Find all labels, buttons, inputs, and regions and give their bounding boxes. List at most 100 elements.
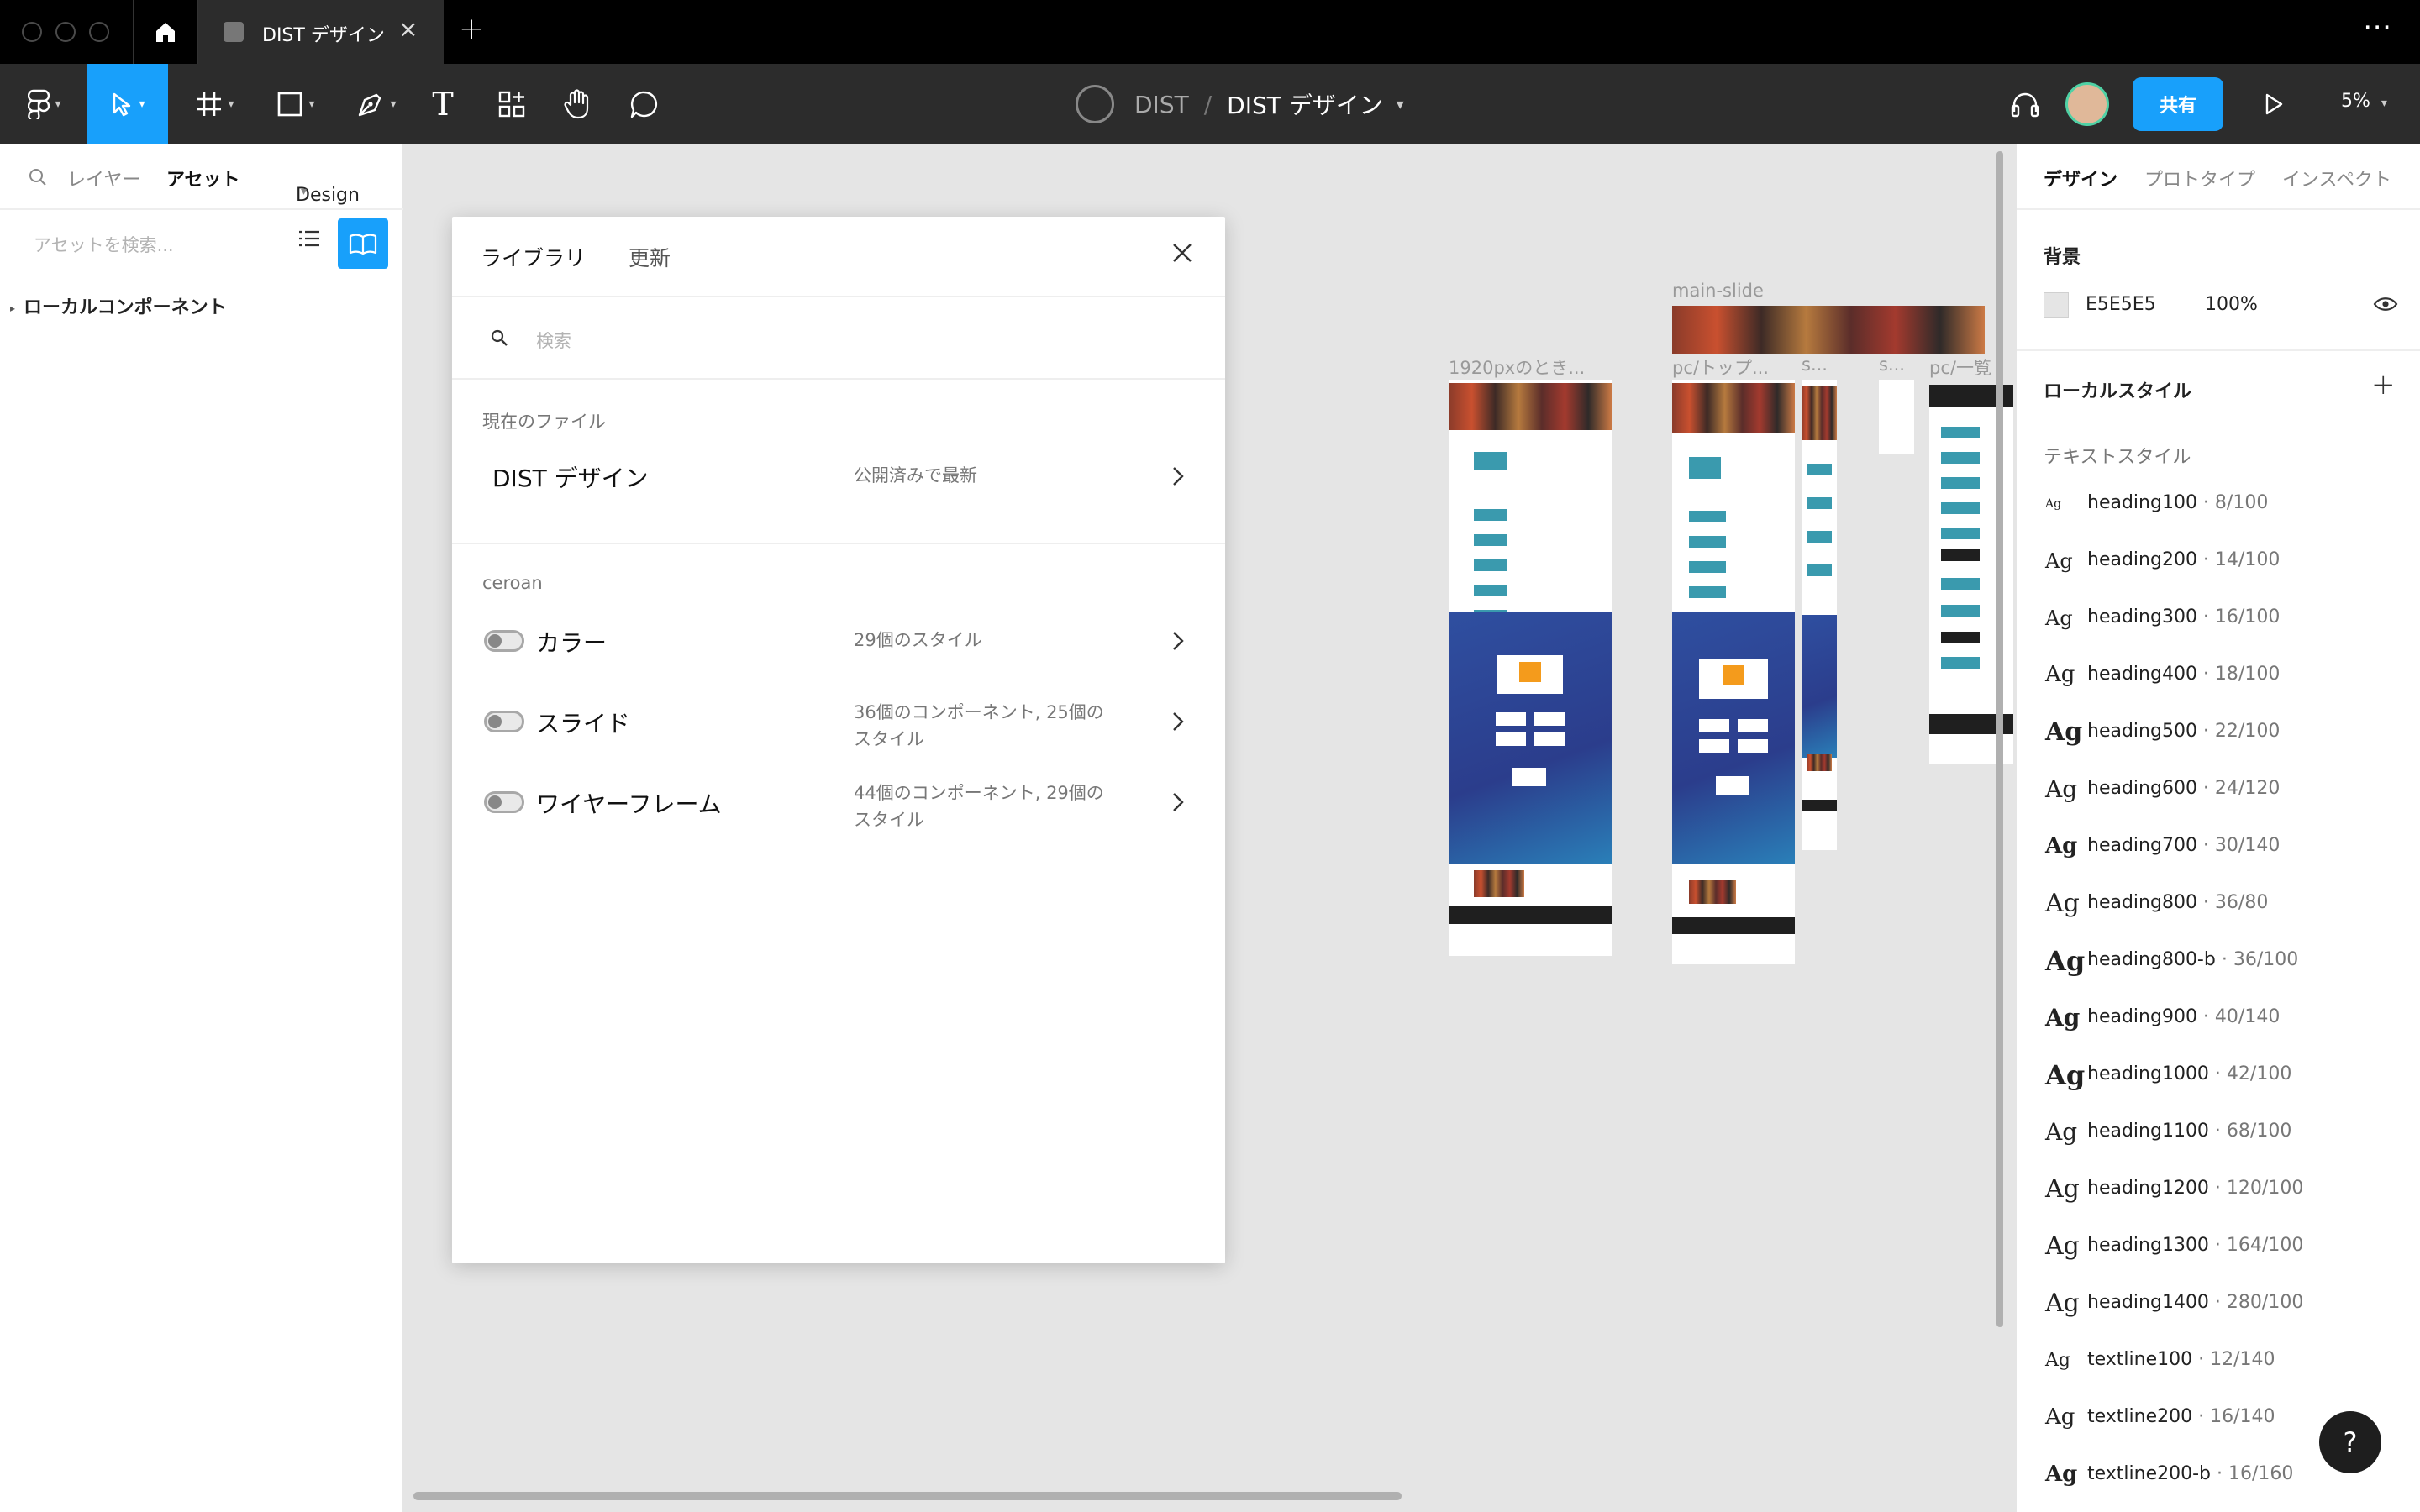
horizontal-scrollbar[interactable] (413, 1492, 1402, 1500)
audio-button[interactable] (2000, 64, 2050, 144)
frame-sp[interactable] (1802, 380, 1837, 850)
frame-label[interactable]: main-slide (1672, 281, 1764, 301)
file-title-area[interactable]: DIST / DIST デザイン ▾ (1076, 64, 1404, 144)
text-style-row[interactable]: Ag heading900 · 40/140 (2017, 990, 2420, 1047)
user-avatar[interactable] (2065, 82, 2109, 126)
background-color-swatch[interactable] (2044, 292, 2069, 318)
home-button[interactable] (133, 0, 198, 64)
library-name: ワイヤーフレーム (536, 790, 722, 818)
text-style-row[interactable]: Ag heading800-b · 36/100 (2017, 932, 2420, 990)
feature-section (1672, 612, 1795, 864)
style-preview-icon: Ag (2045, 775, 2078, 804)
window-zoom-dot[interactable] (89, 22, 109, 42)
move-tool[interactable]: ▾ (87, 64, 168, 144)
text-style-row[interactable]: Ag heading1100 · 68/100 (2017, 1104, 2420, 1161)
background-hex-input[interactable]: E5E5E5 (2086, 294, 2156, 315)
text-style-row[interactable]: Ag textline100 · 12/140 (2017, 1332, 2420, 1389)
share-button[interactable]: 共有 (2133, 77, 2223, 131)
frame-label[interactable]: pc/トップ... (1672, 354, 1769, 380)
frame-1920[interactable] (1449, 380, 1612, 956)
vertical-scrollbar[interactable] (1996, 151, 2003, 1327)
zoom-control[interactable]: 5% ▾ (2341, 91, 2387, 112)
thumb-block (1474, 452, 1507, 470)
file-tab[interactable]: DIST デザイン × (198, 0, 444, 64)
tab-prototype[interactable]: プロトタイプ (2144, 165, 2255, 192)
library-toggle[interactable] (484, 711, 524, 732)
library-row-colors[interactable]: カラー 29個のスタイル (452, 601, 1225, 680)
frame-pc-top[interactable] (1672, 380, 1795, 964)
comment-tool[interactable] (622, 64, 667, 144)
text-style-row[interactable]: Ag heading200 · 14/100 (2017, 533, 2420, 590)
tab-inspect[interactable]: インスペクト (2282, 165, 2391, 192)
new-tab-button[interactable]: + (459, 12, 484, 46)
tab-design[interactable]: デザイン (2044, 165, 2118, 192)
style-preview-icon: Ag (2045, 1404, 2075, 1431)
play-icon (2265, 93, 2283, 115)
window-close-dot[interactable] (22, 22, 42, 42)
background-opacity-input[interactable]: 100% (2205, 294, 2258, 315)
text-style-row[interactable]: Ag heading500 · 22/100 (2017, 704, 2420, 761)
text-style-row[interactable]: Ag heading300 · 16/100 (2017, 590, 2420, 647)
project-name[interactable]: DIST (1134, 91, 1189, 118)
asset-search-input[interactable]: アセットを検索... (34, 232, 174, 257)
library-toggle[interactable] (484, 791, 524, 813)
text-tool[interactable]: T (420, 64, 466, 144)
team-library-button[interactable] (338, 218, 388, 269)
divider (2017, 349, 2420, 351)
text-style-row[interactable]: Ag heading1300 · 164/100 (2017, 1218, 2420, 1275)
frame-icon (197, 92, 222, 116)
text-style-row[interactable]: Ag heading100 · 8/100 (2017, 475, 2420, 533)
resources-tool[interactable] (489, 64, 534, 144)
frame-label[interactable]: s... (1879, 354, 1905, 375)
frame-label[interactable]: pc/一覧 (1929, 354, 1991, 380)
feature-section (1449, 612, 1612, 864)
search-icon (491, 329, 508, 346)
library-toggle[interactable] (484, 630, 524, 652)
current-file-row[interactable]: DIST デザイン 公開済みで最新 (452, 437, 1225, 516)
shape-tool[interactable]: ▾ (262, 64, 329, 144)
library-name: カラー (536, 629, 608, 657)
text-style-row[interactable]: Ag heading400 · 18/100 (2017, 647, 2420, 704)
help-button[interactable]: ? (2319, 1411, 2381, 1473)
chevron-down-icon[interactable]: ▾ (1397, 96, 1404, 113)
main-slide-frame[interactable] (1672, 306, 1985, 354)
pen-tool[interactable]: ▾ (343, 64, 410, 144)
add-style-button[interactable]: + (2371, 368, 2396, 402)
list-view-button[interactable] (291, 220, 328, 257)
library-row-slides[interactable]: スライド 36個のコンポーネント, 25個のスタイル (452, 682, 1225, 761)
file-name[interactable]: DIST デザイン (1227, 87, 1383, 121)
eye-icon[interactable] (2373, 296, 2398, 312)
text-style-row[interactable]: Ag heading1000 · 42/100 (2017, 1047, 2420, 1104)
hand-tool[interactable] (555, 64, 600, 144)
text-style-row[interactable]: Ag heading800 · 36/80 (2017, 875, 2420, 932)
window-minimize-dot[interactable] (55, 22, 76, 42)
frame-label[interactable]: s... (1802, 354, 1828, 375)
text-style-row[interactable]: Ag heading1200 · 120/100 (2017, 1161, 2420, 1218)
tab-assets[interactable]: アセット (166, 165, 240, 192)
tab-updates[interactable]: 更新 (629, 242, 671, 272)
chevron-down-icon: ▾ (390, 97, 397, 111)
search-icon[interactable] (29, 168, 47, 186)
tab-close-icon[interactable]: × (398, 15, 418, 43)
frame-menu[interactable] (1879, 380, 1914, 454)
library-search-input[interactable]: 検索 (536, 328, 571, 353)
present-button[interactable] (2249, 64, 2299, 144)
main-menu-button[interactable]: ▾ (15, 64, 74, 144)
library-search[interactable]: 検索 (452, 297, 1225, 380)
library-row-wireframe[interactable]: ワイヤーフレーム 44個のコンポーネント, 29個のスタイル (452, 763, 1225, 842)
close-icon[interactable] (1170, 240, 1195, 265)
tab-libraries[interactable]: ライブラリ (481, 242, 586, 272)
frame-tool[interactable]: ▾ (182, 64, 249, 144)
style-preview-icon: Ag (2045, 1231, 2080, 1261)
text-style-label: heading1300 · 164/100 (2087, 1235, 2303, 1256)
text-style-row[interactable]: Ag heading600 · 24/120 (2017, 761, 2420, 818)
left-sidebar: レイヤー アセット Design ▾ アセットを検索... ▸ ローカルコンポーネン… (0, 144, 403, 1512)
more-menu-icon[interactable]: ⋯ (2363, 10, 2393, 44)
text-style-label: textline200-b · 16/160 (2087, 1463, 2293, 1484)
text-style-row[interactable]: Ag heading1400 · 280/100 (2017, 1275, 2420, 1332)
tab-layers[interactable]: レイヤー (67, 165, 140, 192)
file-tab-label: DIST デザイン (262, 25, 385, 46)
frame-label[interactable]: 1920pxのとき... (1449, 354, 1585, 380)
text-style-row[interactable]: Ag heading700 · 30/140 (2017, 818, 2420, 875)
local-components-group[interactable]: ▸ ローカルコンポーネント (10, 292, 227, 319)
